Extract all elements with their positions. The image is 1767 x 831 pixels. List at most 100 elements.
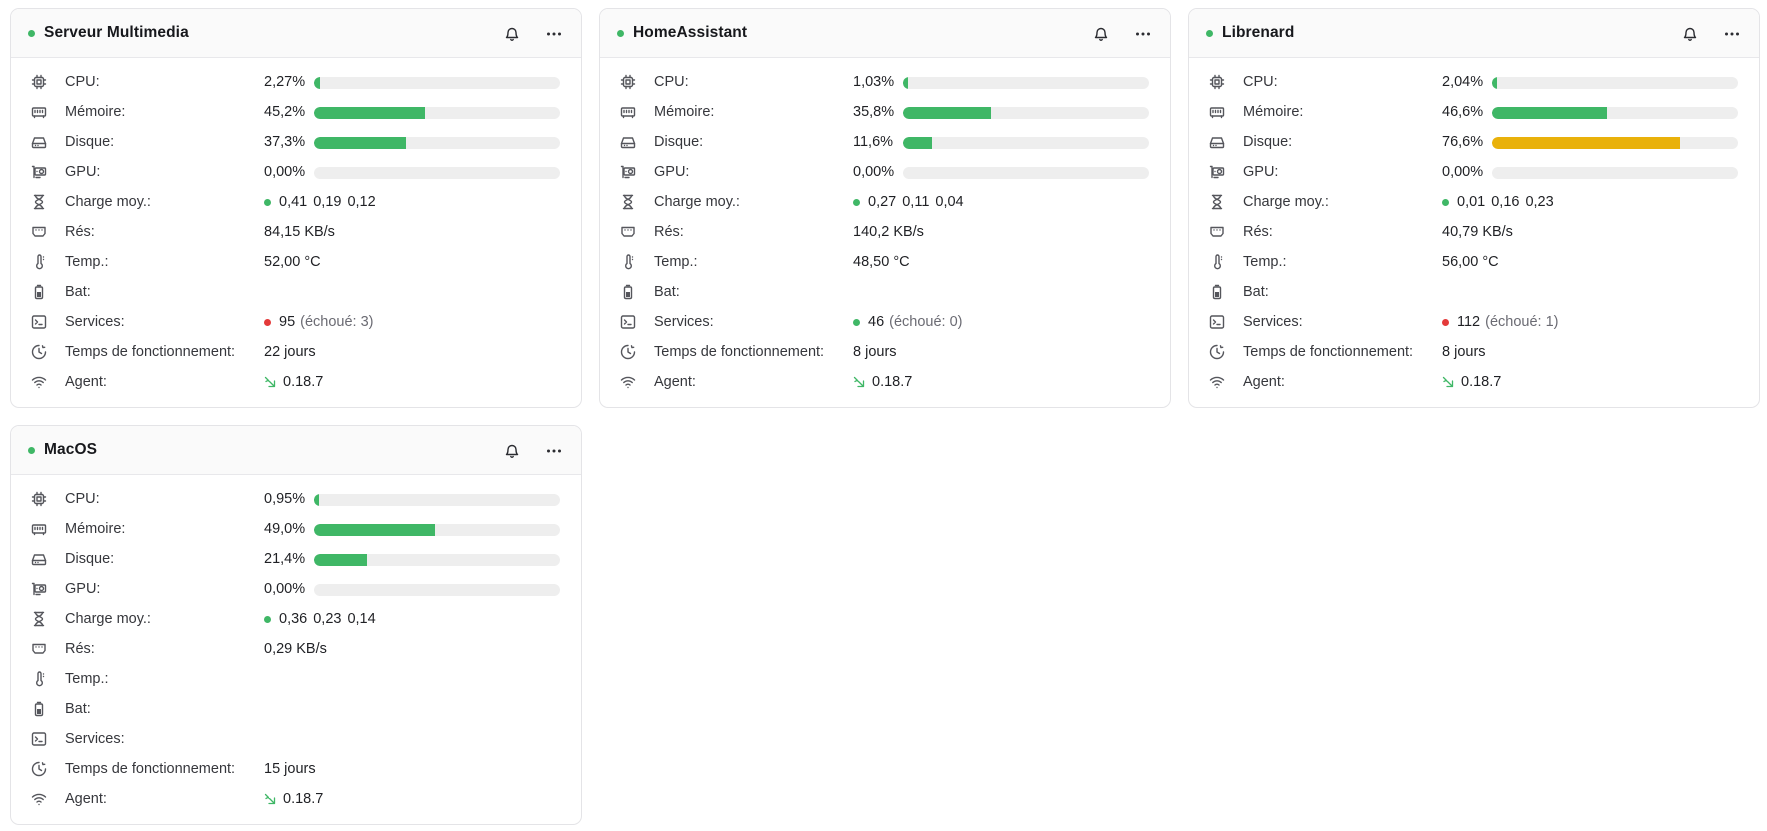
metric-value: 84,15 KB/s xyxy=(264,224,335,240)
metric-label: Temps de fonctionnement: xyxy=(65,761,236,777)
services-status-dot xyxy=(1442,318,1449,326)
load-value: 0,14 xyxy=(347,611,376,627)
metric-row-services: Services: 112 (échoué: 1) xyxy=(1189,307,1759,337)
net-value: 140,2 KB/s xyxy=(853,224,924,240)
metric-label: Disque: xyxy=(654,134,704,150)
memory-percent: 45,2% xyxy=(264,104,306,120)
cpu-usage-bar xyxy=(903,77,1149,89)
metric-label: Disque: xyxy=(65,134,115,150)
metric-label: CPU: xyxy=(654,74,689,90)
metric-label: Bat: xyxy=(65,701,91,717)
hourglass-icon xyxy=(31,611,47,627)
metric-row-temp: Temp.: 48,50 °C xyxy=(600,247,1170,277)
load-value: 0,27 xyxy=(868,194,897,210)
metric-value: 0,27 0,11 0,04 xyxy=(853,194,964,210)
card-header: MacOS xyxy=(11,426,581,475)
metric-label: GPU: xyxy=(1243,164,1279,180)
hard-drive-icon xyxy=(620,134,636,150)
disk-usage-fill xyxy=(1492,137,1681,149)
battery-icon xyxy=(620,284,636,300)
memory-percent: 46,6% xyxy=(1442,104,1484,120)
cpu-usage-fill xyxy=(314,77,320,89)
metric-row-memory: Mémoire: 35,8% xyxy=(600,97,1170,127)
system-name-link[interactable]: Serveur Multimedia xyxy=(44,24,189,42)
status-indicator xyxy=(617,29,624,37)
bell-icon[interactable] xyxy=(1088,21,1114,47)
metric-row-load: Charge moy.: 0,41 0,19 0,12 xyxy=(11,187,581,217)
metric-row-agent: Agent: 0.18.7 xyxy=(1189,367,1759,397)
memory-percent: 49,0% xyxy=(264,521,306,537)
memory-icon xyxy=(1209,104,1225,120)
metric-value: 49,0% xyxy=(264,521,314,537)
more-horizontal-icon[interactable] xyxy=(541,438,567,464)
system-card[interactable]: Serveur Multimedia CPU: 2,27% Mémoire: 45,2%… xyxy=(10,8,582,408)
gpu-usage-bar xyxy=(314,167,560,179)
metric-label: Disque: xyxy=(1243,134,1293,150)
metric-label: Agent: xyxy=(65,374,107,390)
metric-value: 0,01 0,16 0,23 xyxy=(1442,194,1554,210)
terminal-icon xyxy=(1209,314,1225,330)
metric-label: Services: xyxy=(65,731,125,747)
metric-value: 37,3% xyxy=(264,134,314,150)
system-card[interactable]: HomeAssistant CPU: 1,03% Mémoire: 35,8% Disqu… xyxy=(599,8,1171,408)
load-value: 0,23 xyxy=(1525,194,1554,210)
disk-usage-bar xyxy=(903,137,1149,149)
wifi-icon xyxy=(31,374,47,390)
metric-row-memory: Mémoire: 45,2% xyxy=(11,97,581,127)
metric-label: CPU: xyxy=(1243,74,1278,90)
metric-value: 0,00% xyxy=(853,164,903,180)
services-status-dot xyxy=(853,318,860,326)
metric-label: GPU: xyxy=(65,581,101,597)
metric-value: 8 jours xyxy=(1442,344,1486,360)
gpu-icon xyxy=(31,581,47,597)
metric-label: Temp.: xyxy=(65,671,109,687)
clock-icon xyxy=(1209,344,1225,360)
load-value: 0,41 xyxy=(279,194,308,210)
metric-value: 35,8% xyxy=(853,104,903,120)
disk-usage-bar xyxy=(314,137,560,149)
services-count: 95 xyxy=(279,314,296,330)
disk-usage-bar xyxy=(314,554,560,566)
more-horizontal-icon[interactable] xyxy=(541,21,567,47)
metric-label: Temp.: xyxy=(1243,254,1287,270)
agent-leaf-icon xyxy=(853,376,865,388)
metric-value: 46,6% xyxy=(1442,104,1492,120)
metric-value: 21,4% xyxy=(264,551,314,567)
cpu-percent: 0,95% xyxy=(264,491,306,507)
net-value: 40,79 KB/s xyxy=(1442,224,1513,240)
network-icon xyxy=(31,224,47,240)
system-name-link[interactable]: Librenard xyxy=(1222,24,1294,42)
gpu-percent: 0,00% xyxy=(264,164,306,180)
cpu-icon xyxy=(31,491,47,507)
metric-label: Rés: xyxy=(65,224,95,240)
more-horizontal-icon[interactable] xyxy=(1130,21,1156,47)
agent-version: 0.18.7 xyxy=(872,374,913,390)
wifi-icon xyxy=(620,374,636,390)
card-actions xyxy=(1677,21,1745,47)
cpu-usage-bar xyxy=(314,77,560,89)
system-name-link[interactable]: HomeAssistant xyxy=(633,24,747,42)
bell-icon[interactable] xyxy=(499,21,525,47)
cpu-icon xyxy=(1209,74,1225,90)
metric-label: Temps de fonctionnement: xyxy=(65,344,236,360)
memory-usage-bar xyxy=(314,107,560,119)
clock-icon xyxy=(31,344,47,360)
metric-value: 48,50 °C xyxy=(853,254,910,270)
metric-row-uptime: Temps de fonctionnement: 8 jours xyxy=(600,337,1170,367)
battery-icon xyxy=(1209,284,1225,300)
metric-label: Mémoire: xyxy=(1243,104,1304,120)
memory-usage-fill xyxy=(903,107,992,119)
system-name-link[interactable]: MacOS xyxy=(44,441,97,459)
disk-percent: 76,6% xyxy=(1442,134,1484,150)
gpu-usage-bar xyxy=(314,584,560,596)
bell-icon[interactable] xyxy=(499,438,525,464)
system-card[interactable]: Librenard CPU: 2,04% Mémoire: 46,6% Disque: 76… xyxy=(1188,8,1760,408)
metric-value: 46 (échoué: 0) xyxy=(853,314,963,330)
net-value: 84,15 KB/s xyxy=(264,224,335,240)
more-horizontal-icon[interactable] xyxy=(1719,21,1745,47)
metric-label: Mémoire: xyxy=(65,521,126,537)
system-card[interactable]: MacOS CPU: 0,95% Mémoire: 49,0% Disque: 21,4% G… xyxy=(10,425,582,825)
gpu-icon xyxy=(620,164,636,180)
metric-row-disk: Disque: 11,6% xyxy=(600,127,1170,157)
bell-icon[interactable] xyxy=(1677,21,1703,47)
